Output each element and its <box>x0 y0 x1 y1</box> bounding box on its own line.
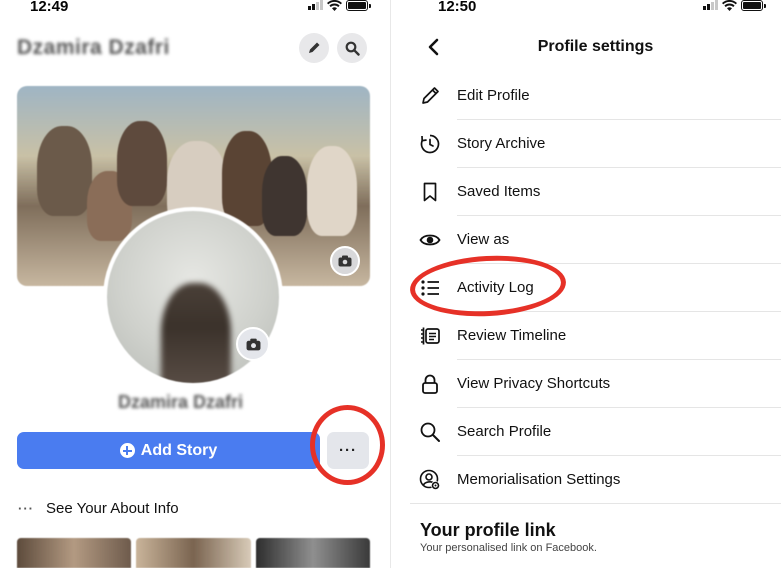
bookmark-icon <box>418 180 442 204</box>
menu-item-label: Story Archive <box>457 135 546 152</box>
add-story-button[interactable]: Add Story <box>17 432 320 469</box>
highlight-circle <box>310 405 385 485</box>
status-time: 12:50 <box>438 0 477 15</box>
wifi-icon <box>722 0 737 11</box>
edit-profile-button[interactable] <box>299 33 329 63</box>
page-title: Profile settings <box>537 38 654 55</box>
clock-archive-icon <box>418 132 442 156</box>
menu-item-saved-items[interactable]: Saved Items <box>410 168 781 216</box>
screen-divider <box>390 0 391 568</box>
photo-thumbnail[interactable] <box>136 538 251 568</box>
status-bar: 12:50 <box>410 0 781 16</box>
timeline-icon <box>418 324 442 348</box>
menu-item-view-privacy-shortcuts[interactable]: View Privacy Shortcuts <box>410 360 781 408</box>
pencil-icon <box>309 42 320 53</box>
photo-thumbnail[interactable] <box>255 538 370 568</box>
search-icon <box>418 420 442 444</box>
status-icons <box>308 0 371 11</box>
plus-circle-icon <box>119 443 135 458</box>
lock-icon <box>418 372 442 396</box>
more-dots-icon: ··· <box>18 501 34 516</box>
status-icons <box>703 0 766 11</box>
menu-item-story-archive[interactable]: Story Archive <box>410 120 781 168</box>
status-time: 12:49 <box>30 0 69 15</box>
menu-item-label: View Privacy Shortcuts <box>457 375 611 392</box>
see-about-info-label: See Your About Info <box>46 500 179 517</box>
see-about-info-row[interactable]: ··· See Your About Info <box>18 500 179 517</box>
photos-strip <box>17 538 370 568</box>
signal-icon <box>308 0 323 10</box>
profile-link-subtitle: Your personalised link on Facebook. <box>420 542 597 554</box>
eye-icon <box>418 228 442 252</box>
menu-item-review-timeline[interactable]: Review Timeline <box>410 312 781 360</box>
edit-avatar-camera-button[interactable] <box>236 327 270 361</box>
profile-link-title: Your profile link <box>420 520 556 540</box>
menu-item-search-profile[interactable]: Search Profile <box>410 408 781 456</box>
menu-item-view-as[interactable]: View as <box>410 216 781 264</box>
menu-item-memorialisation-settings[interactable]: Memorialisation Settings <box>410 456 781 504</box>
profile-screen: 12:49 Dzamira Dzafri Dzamira Dzafri Add … <box>0 0 390 568</box>
menu-item-label: Search Profile <box>457 423 552 440</box>
profile-header-name: Dzamira Dzafri <box>17 36 170 59</box>
search-icon <box>345 41 360 56</box>
signal-icon <box>703 0 718 10</box>
battery-icon <box>346 0 371 11</box>
menu-item-edit-profile[interactable]: Edit Profile <box>410 72 781 120</box>
profile-settings-screen: 12:50 Profile settings Edit Profile Stor… <box>408 0 781 568</box>
menu-item-label: Edit Profile <box>457 87 530 104</box>
profile-name: Dzamira Dzafri <box>118 392 244 412</box>
add-story-label: Add Story <box>140 441 218 459</box>
person-gear-icon <box>418 468 442 492</box>
menu-item-label: Memorialisation Settings <box>457 471 621 488</box>
camera-icon <box>246 338 260 350</box>
edit-cover-camera-button[interactable] <box>330 246 360 276</box>
status-bar: 12:49 <box>0 0 390 16</box>
photo-thumbnail[interactable] <box>17 538 132 568</box>
battery-icon <box>741 0 766 11</box>
menu-item-label: Saved Items <box>457 183 541 200</box>
camera-icon <box>338 255 352 267</box>
wifi-icon <box>327 0 342 11</box>
menu-item-label: Review Timeline <box>457 327 567 344</box>
pencil-icon <box>418 84 442 108</box>
search-button[interactable] <box>337 33 367 63</box>
menu-item-label: View as <box>457 231 510 248</box>
